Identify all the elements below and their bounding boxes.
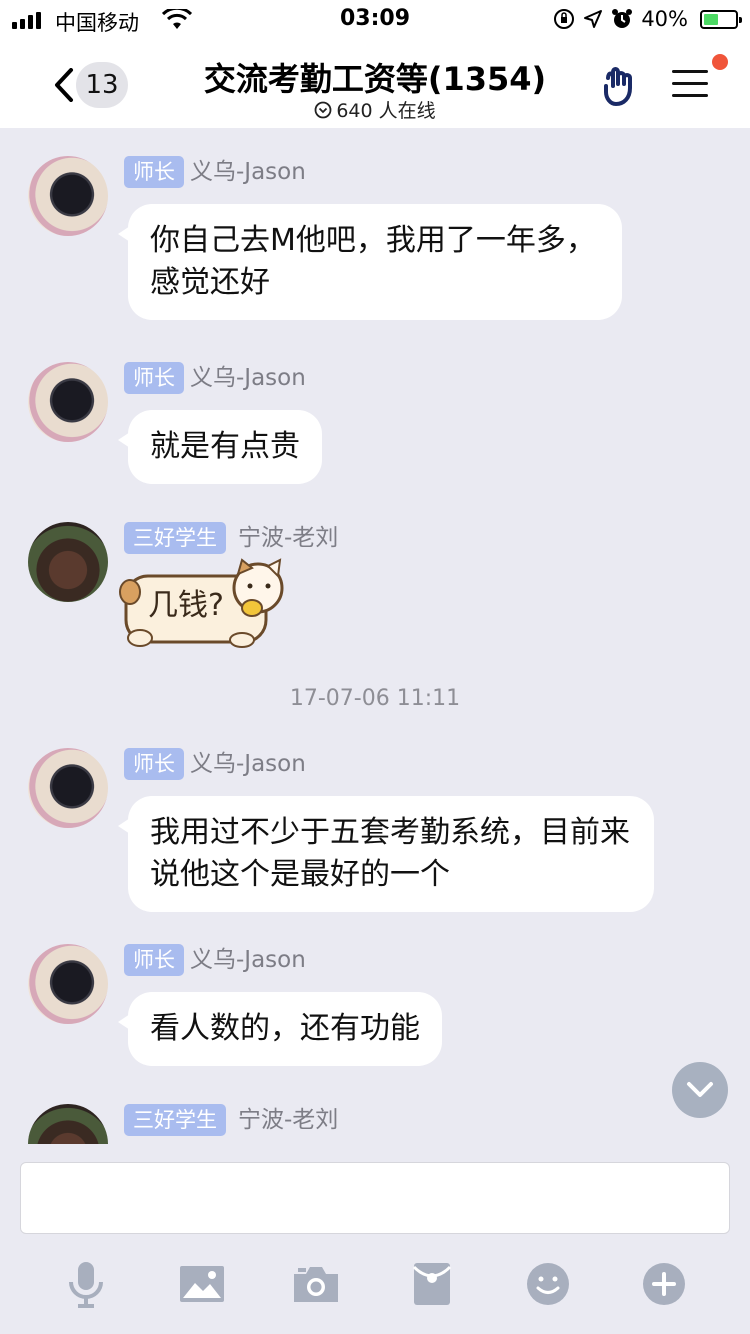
image-button[interactable] <box>172 1254 232 1314</box>
orientation-lock-icon <box>554 9 575 29</box>
sender-name[interactable]: 义乌-Jason <box>190 944 306 976</box>
sender-name[interactable]: 宁波-老刘 <box>238 1104 338 1136</box>
avatar[interactable] <box>28 1104 108 1144</box>
toolbar <box>0 1254 750 1314</box>
message-input[interactable] <box>20 1162 730 1234</box>
group-app-icon[interactable] <box>600 64 644 108</box>
more-button[interactable] <box>634 1254 694 1314</box>
member-tag: 师长 <box>124 944 184 976</box>
avatar[interactable] <box>28 156 108 236</box>
sender-name[interactable]: 义乌-Jason <box>190 748 306 780</box>
avatar[interactable] <box>28 944 108 1024</box>
battery-icon <box>700 9 742 29</box>
timestamp: 17-07-06 11:11 <box>289 686 461 711</box>
back-button[interactable]: 13 <box>48 62 134 108</box>
battery-percent: 40% <box>641 7 688 31</box>
status-bar: 中国移动 03:09 40% <box>0 0 750 40</box>
unread-count-badge: 13 <box>76 62 128 108</box>
page-title: 交流考勤工资等(1354) <box>203 60 547 98</box>
sticker-message[interactable]: 几钱? <box>116 558 286 648</box>
image-icon <box>180 1266 224 1302</box>
avatar[interactable] <box>28 748 108 828</box>
plus-icon <box>643 1263 685 1305</box>
menu-button[interactable] <box>672 66 710 100</box>
voice-button[interactable] <box>56 1254 116 1314</box>
red-packet-icon <box>412 1263 452 1305</box>
composer <box>0 1146 750 1334</box>
member-tag: 三好学生 <box>124 522 226 554</box>
sticker-text: 几钱? <box>148 588 224 623</box>
member-tag: 三好学生 <box>124 1104 226 1136</box>
alarm-icon <box>612 9 633 28</box>
notification-dot <box>712 54 728 70</box>
camera-button[interactable] <box>286 1254 346 1314</box>
member-tag: 师长 <box>124 748 184 780</box>
sender-name[interactable]: 宁波-老刘 <box>238 522 338 554</box>
chevron-down-circle-icon <box>314 101 332 118</box>
sender-name[interactable]: 义乌-Jason <box>190 156 306 188</box>
battery-level <box>704 13 718 25</box>
chat-area[interactable]: 师长 义乌-Jason 你自己去M他吧，我用了一年多，感觉还好 师长 义乌-Ja… <box>0 128 750 1144</box>
scroll-to-bottom-button[interactable] <box>672 1062 728 1118</box>
avatar[interactable] <box>28 522 108 602</box>
member-tag: 师长 <box>124 156 184 188</box>
emoji-button[interactable] <box>518 1254 578 1314</box>
message-bubble[interactable]: 你自己去M他吧，我用了一年多，感觉还好 <box>118 204 622 320</box>
online-count: 640 人在线 <box>150 96 600 123</box>
online-count-label: 640 人在线 <box>336 100 436 122</box>
message-bubble[interactable]: 看人数的，还有功能 <box>118 992 442 1066</box>
microphone-icon <box>69 1262 103 1308</box>
red-packet-button[interactable] <box>402 1254 462 1314</box>
avatar[interactable] <box>28 362 108 442</box>
nav-bar: 13 交流考勤工资等(1354) 640 人在线 <box>0 40 750 128</box>
message-bubble[interactable]: 我用过不少于五套考勤系统，目前来说他这个是最好的一个 <box>118 796 654 912</box>
emoji-icon <box>527 1263 569 1305</box>
sender-name[interactable]: 义乌-Jason <box>190 362 306 394</box>
member-tag: 师长 <box>124 362 184 394</box>
location-icon <box>584 10 603 28</box>
camera-icon <box>294 1267 338 1302</box>
chevron-left-icon <box>55 68 73 102</box>
message-bubble[interactable]: 就是有点贵 <box>118 410 322 484</box>
chevron-down-icon <box>687 1082 713 1097</box>
